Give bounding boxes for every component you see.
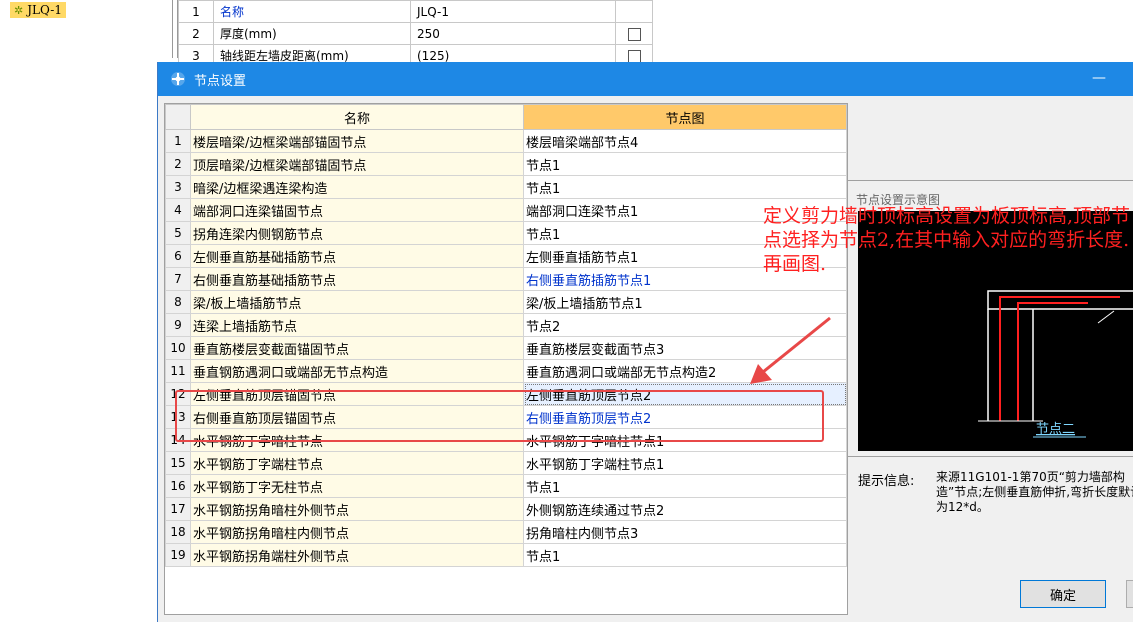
table-row[interactable]: 19 水平钢筋拐角端柱外侧节点 节点1	[165, 543, 847, 567]
row-num: 16	[165, 474, 191, 498]
row-name[interactable]: 端部洞口连梁锚固节点	[190, 198, 524, 222]
table-row[interactable]: 10 垂直筋楼层变截面锚固节点 垂直筋楼层变截面节点3	[165, 336, 847, 360]
row-num: 9	[165, 313, 191, 337]
row-name[interactable]: 水平钢筋拐角暗柱内侧节点	[190, 520, 524, 544]
row-num: 1	[165, 129, 191, 153]
row-node[interactable]: 垂直筋遇洞口或端部无节点构造2	[523, 359, 847, 383]
header-name[interactable]: 名称	[190, 104, 524, 130]
row-name[interactable]: 连梁上墙插筋节点	[190, 313, 524, 337]
row-num: 17	[165, 497, 191, 521]
table-row[interactable]: 11 垂直钢筋遇洞口或端部无节点构造 垂直筋遇洞口或端部无节点构造2	[165, 359, 847, 383]
property-checkbox[interactable]	[627, 49, 641, 63]
row-num: 3	[165, 175, 191, 199]
table-row[interactable]: 17 水平钢筋拐角暗柱外侧节点 外侧钢筋连续通过节点2	[165, 497, 847, 521]
property-table: 1 名称 JLQ-1 2 厚度(mm) 250 3 轴线距左墙皮距离(mm) (125)	[178, 0, 653, 67]
node-grid: 名称 节点图 1 楼层暗梁/边框梁端部锚固节点 楼层暗梁端部节点4 2 顶层暗梁/边框梁…	[164, 103, 848, 615]
row-num: 5	[165, 221, 191, 245]
row-num: 19	[165, 543, 191, 567]
row-name[interactable]: 楼层暗梁/边框梁端部锚固节点	[190, 129, 524, 153]
table-row[interactable]: 15 水平钢筋丁字端柱节点 水平钢筋丁字端柱节点1	[165, 451, 847, 475]
annotation-text: 定义剪力墙时顶标高设置为板顶标高,顶部节点选择为节点2,在其中输入对应的弯折长度…	[763, 205, 1131, 275]
row-num: 11	[165, 359, 191, 383]
table-row[interactable]: 2 顶层暗梁/边框梁端部锚固节点 节点1	[165, 152, 847, 176]
minimize-button[interactable]: —	[1092, 70, 1106, 86]
ok-button[interactable]: 确定	[1020, 580, 1106, 608]
row-num: 2	[165, 152, 191, 176]
row-node[interactable]: 梁/板上墙插筋节点1	[523, 290, 847, 314]
row-name[interactable]: 顶层暗梁/边框梁端部锚固节点	[190, 152, 524, 176]
row-num: 4	[165, 198, 191, 222]
row-num: 8	[165, 290, 191, 314]
row-node[interactable]: 节点1	[523, 175, 847, 199]
row-node[interactable]: 拐角暗柱内侧节点3	[523, 520, 847, 544]
row-name[interactable]: 水平钢筋拐角端柱外侧节点	[190, 543, 524, 567]
tree-item-jlq1[interactable]: ✲ JLQ-1	[10, 2, 66, 18]
property-row[interactable]: 1 名称 JLQ-1	[178, 0, 653, 23]
property-num: 2	[178, 22, 214, 45]
hint-text: 来源11G101-1第70页“剪力墙部构造”节点;左侧垂直筋伸折,弯折长度默认为…	[936, 470, 1133, 514]
property-checkbox-cell	[615, 0, 653, 23]
property-num: 1	[178, 0, 214, 23]
table-row[interactable]: 5 拐角连梁内侧钢筋节点 节点1	[165, 221, 847, 245]
row-name[interactable]: 垂直钢筋遇洞口或端部无节点构造	[190, 359, 524, 383]
dialog-titlebar[interactable]: 节点设置 —	[158, 62, 1133, 96]
table-row[interactable]: 18 水平钢筋拐角暗柱内侧节点 拐角暗柱内侧节点3	[165, 520, 847, 544]
table-row[interactable]: 9 连梁上墙插筋节点 节点2	[165, 313, 847, 337]
row-name[interactable]: 水平钢筋拐角暗柱外侧节点	[190, 497, 524, 521]
table-row[interactable]: 1 楼层暗梁/边框梁端部锚固节点 楼层暗梁端部节点4	[165, 129, 847, 153]
property-value[interactable]: JLQ-1	[410, 0, 616, 23]
row-node[interactable]: 水平钢筋丁字端柱节点1	[523, 451, 847, 475]
row-node[interactable]: 外侧钢筋连续通过节点2	[523, 497, 847, 521]
property-value[interactable]: 250	[410, 22, 616, 45]
row-num: 7	[165, 267, 191, 291]
row-node[interactable]: 节点1	[523, 543, 847, 567]
row-node[interactable]: 节点1	[523, 474, 847, 498]
property-checkbox-cell	[615, 22, 653, 45]
property-name: 厚度(mm)	[213, 22, 411, 45]
row-num: 6	[165, 244, 191, 268]
annotation-highlight-box	[175, 390, 824, 442]
row-name[interactable]: 垂直筋楼层变截面锚固节点	[190, 336, 524, 360]
property-checkbox[interactable]	[627, 27, 641, 41]
table-row[interactable]: 4 端部洞口连梁锚固节点 端部洞口连梁节点1	[165, 198, 847, 222]
property-name: 名称	[213, 0, 411, 23]
row-num: 10	[165, 336, 191, 360]
tree-item-label: JLQ-1	[27, 3, 62, 17]
gear-icon: ✲	[14, 3, 24, 17]
row-num: 15	[165, 451, 191, 475]
row-node[interactable]: 楼层暗梁端部节点4	[523, 129, 847, 153]
row-name[interactable]: 拐角连梁内侧钢筋节点	[190, 221, 524, 245]
table-row[interactable]: 7 右侧垂直筋基础插筋节点 右侧垂直筋插筋节点1	[165, 267, 847, 291]
row-name[interactable]: 水平钢筋丁字无柱节点	[190, 474, 524, 498]
row-name[interactable]: 梁/板上墙插筋节点	[190, 290, 524, 314]
diagram-label: 节点二	[1036, 422, 1075, 437]
row-node[interactable]: 节点2	[523, 313, 847, 337]
row-name[interactable]: 水平钢筋丁字端柱节点	[190, 451, 524, 475]
header-num	[165, 104, 191, 130]
row-node[interactable]: 节点1	[523, 152, 847, 176]
header-node[interactable]: 节点图	[523, 104, 847, 130]
row-num: 18	[165, 520, 191, 544]
dialog-title: 节点设置	[194, 73, 247, 89]
row-name[interactable]: 右侧垂直筋基础插筋节点	[190, 267, 524, 291]
row-name[interactable]: 暗梁/边框梁遇连梁构造	[190, 175, 524, 199]
row-name[interactable]: 左侧垂直筋基础插筋节点	[190, 244, 524, 268]
table-row[interactable]: 16 水平钢筋丁字无柱节点 节点1	[165, 474, 847, 498]
app-icon	[170, 71, 186, 87]
hint-label: 提示信息:	[858, 474, 915, 489]
table-row[interactable]: 8 梁/板上墙插筋节点 梁/板上墙插筋节点1	[165, 290, 847, 314]
cancel-button-edge[interactable]	[1126, 580, 1133, 608]
row-node[interactable]: 垂直筋楼层变截面节点3	[523, 336, 847, 360]
node-settings-dialog: 节点设置 — 名称 节点图 1 楼层暗梁/边框梁端部锚固节点 楼层暗梁端部节点4 2 顶…	[157, 62, 1133, 622]
table-row[interactable]: 6 左侧垂直筋基础插筋节点 左侧垂直插筋节点1	[165, 244, 847, 268]
table-row[interactable]: 3 暗梁/边框梁遇连梁构造 节点1	[165, 175, 847, 199]
property-row[interactable]: 2 厚度(mm) 250	[178, 22, 653, 45]
